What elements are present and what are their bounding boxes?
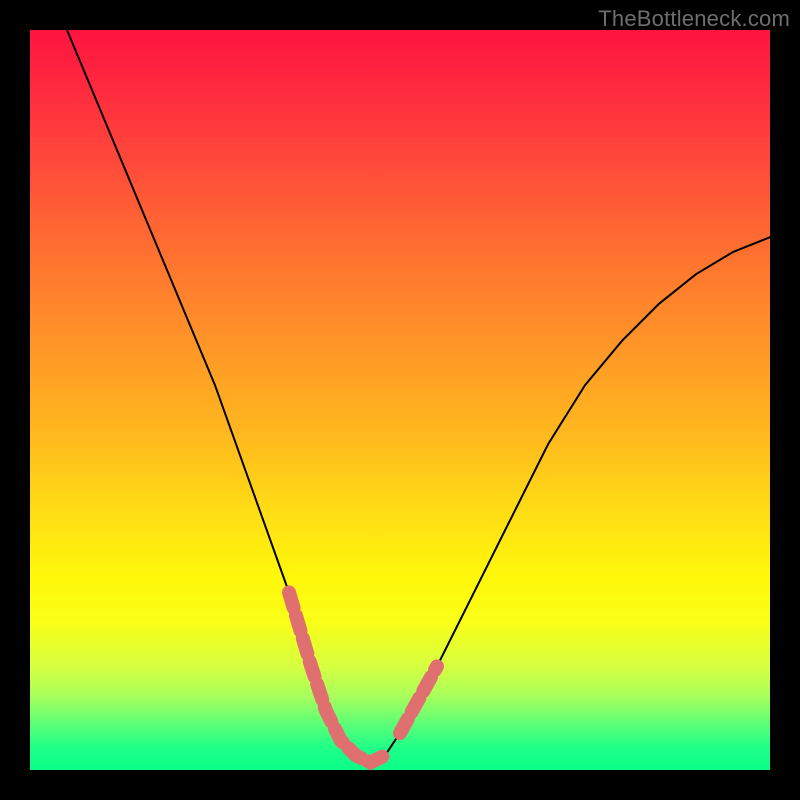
plot-area [30, 30, 770, 770]
highlight-left [289, 592, 385, 762]
chart-frame: TheBottleneck.com [0, 0, 800, 800]
curve-svg [30, 30, 770, 770]
highlight-right [400, 666, 437, 733]
bottleneck-curve [67, 30, 770, 763]
watermark-text: TheBottleneck.com [598, 6, 790, 32]
